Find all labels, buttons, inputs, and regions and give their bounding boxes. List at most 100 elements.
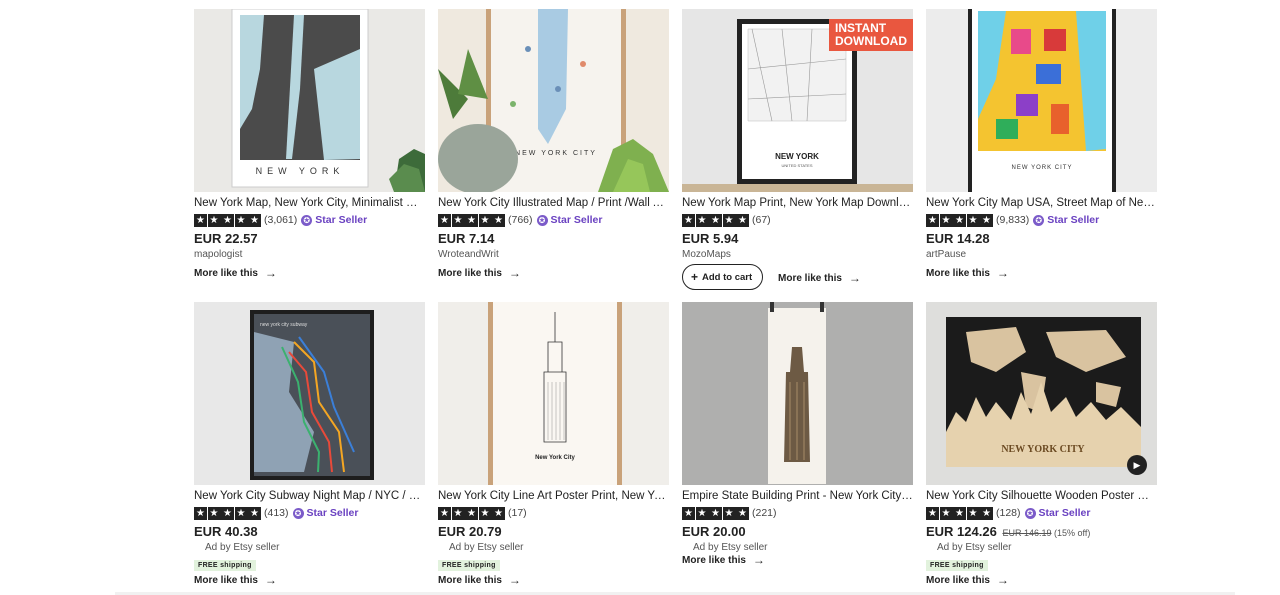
play-video-icon[interactable]: ▶: [1127, 455, 1147, 475]
review-count: (221): [752, 507, 777, 519]
more-like-this-link[interactable]: More like this →: [682, 553, 765, 567]
arrow-right-icon: →: [264, 266, 277, 280]
star-icon: ★: [451, 506, 465, 520]
listing-title[interactable]: Empire State Building Print - New York C…: [682, 489, 913, 503]
listing-price: EUR 22.57: [194, 231, 258, 246]
listing-grid: NEW YORK New York Map, New York City, Mi…: [194, 9, 1157, 592]
star-seller-badge: ✪ Star Seller: [1024, 507, 1090, 519]
listing-image[interactable]: New York City: [438, 302, 669, 485]
listing-title[interactable]: New York Map Print, New York Map Downloa…: [682, 196, 913, 210]
star-rating: ★ ★ ★ ★ ★: [926, 213, 993, 227]
instant-download-badge: INSTANT DOWNLOAD: [829, 19, 913, 51]
star-icon: ★: [953, 213, 966, 227]
listing-image[interactable]: NEW YORK: [194, 9, 425, 192]
listing-image[interactable]: NEW YORK CITY: [926, 9, 1157, 192]
star-icon: ★: [709, 506, 722, 520]
listing-image[interactable]: NEW YORK UNITED STATES INSTANT DOWNLOAD: [682, 9, 913, 192]
listing-card[interactable]: new york city subway New York City Subwa…: [194, 302, 425, 592]
listing-title[interactable]: New York City Illustrated Map / Print /W…: [438, 196, 669, 210]
rating-row: ★ ★ ★ ★ ★ (128) ✪ Star Seller: [926, 505, 1157, 521]
star-icon: ★: [492, 213, 505, 227]
listing-image[interactable]: NEW YORK CITY: [438, 9, 669, 192]
shop-name: artPause: [926, 249, 967, 260]
listing-card[interactable]: NEW YORK UNITED STATES INSTANT DOWNLOAD N…: [682, 9, 913, 302]
star-icon: ★: [939, 213, 953, 227]
listing-card[interactable]: New York City New York City Line Art Pos…: [438, 302, 669, 592]
ad-by-etsy-seller: Ad by Etsy seller: [449, 542, 524, 553]
listing-price: EUR 20.79: [438, 524, 502, 539]
review-count: (9,833): [996, 214, 1030, 226]
thumb-caption: NEW YORK CITY: [1001, 444, 1085, 455]
star-icon: ★: [926, 213, 939, 227]
more-like-this-link[interactable]: More like this →: [926, 573, 1009, 587]
star-icon: ★: [451, 213, 465, 227]
star-rating: ★ ★ ★ ★ ★: [438, 213, 505, 227]
listing-title[interactable]: New York City Line Art Poster Print, New…: [438, 489, 669, 503]
more-like-this-link[interactable]: More like this →: [194, 266, 277, 280]
listing-title[interactable]: New York City Subway Night Map / NYC / M…: [194, 489, 425, 503]
star-icon: ★: [939, 506, 953, 520]
listing-card[interactable]: NEW YORK CITY ▶ New York City Silhouette…: [926, 302, 1157, 592]
review-count: (67): [752, 214, 771, 226]
star-icon: ★: [695, 213, 709, 227]
listing-card[interactable]: NEW YORK CITY New York City Illustrated …: [438, 9, 669, 302]
rating-row: ★ ★ ★ ★ ★ (67): [682, 212, 913, 228]
add-to-cart-button[interactable]: + Add to cart: [682, 264, 764, 290]
listing-title[interactable]: New York City Silhouette Wooden Poster C…: [926, 489, 1157, 503]
listing-price: EUR 40.38: [194, 524, 258, 539]
shop-name: WroteandWrit: [438, 249, 499, 260]
thumb-caption: NEW YORK: [256, 166, 345, 176]
rating-row: ★ ★ ★ ★ ★ (3,061) ✪ Star Seller: [194, 212, 425, 228]
free-shipping-badge: FREE shipping: [194, 560, 256, 571]
arrow-right-icon: →: [996, 266, 1009, 280]
star-icon: ★: [980, 506, 993, 520]
star-icon: ★: [736, 506, 749, 520]
star-rating: ★ ★ ★ ★ ★: [438, 506, 505, 520]
more-like-this-link[interactable]: More like this →: [438, 266, 521, 280]
review-count: (766): [508, 214, 533, 226]
listing-price: EUR 14.28: [926, 231, 990, 246]
star-icon: ★: [966, 506, 980, 520]
star-icon: ★: [682, 506, 695, 520]
review-count: (17): [508, 507, 527, 519]
more-like-this-link[interactable]: More like this →: [438, 573, 521, 587]
more-like-this-link[interactable]: More like this →: [194, 573, 277, 587]
star-icon: ★: [682, 213, 695, 227]
listing-card[interactable]: Empire State Building Print - New York C…: [682, 302, 913, 592]
thumb-caption: new york city subway: [260, 322, 308, 328]
star-icon: ★: [207, 213, 221, 227]
listing-image[interactable]: NEW YORK CITY ▶: [926, 302, 1157, 485]
star-icon: ★: [695, 506, 709, 520]
rating-row: ★ ★ ★ ★ ★ (766) ✪ Star Seller: [438, 212, 669, 228]
listing-card[interactable]: NEW YORK New York Map, New York City, Mi…: [194, 9, 425, 302]
arrow-right-icon: →: [508, 573, 521, 587]
listing-image[interactable]: [682, 302, 913, 485]
shop-name: mapologist: [194, 249, 243, 260]
rating-row: ★ ★ ★ ★ ★ (9,833) ✪ Star Seller: [926, 212, 1157, 228]
star-icon: ★: [478, 213, 492, 227]
star-icon: ★: [465, 213, 478, 227]
star-seller-badge: ✪ Star Seller: [292, 507, 358, 519]
listing-price: EUR 5.94: [682, 231, 739, 246]
discount-label: (15% off): [1054, 528, 1091, 538]
listing-title[interactable]: New York Map, New York City, Minimalist …: [194, 196, 425, 210]
star-seller-badge: ✪ Star Seller: [1033, 214, 1099, 226]
listing-title[interactable]: New York City Map USA, Street Map of New…: [926, 196, 1157, 210]
star-icon: ★: [248, 506, 261, 520]
arrow-right-icon: →: [508, 266, 521, 280]
star-icon: ★: [234, 213, 248, 227]
star-rating: ★ ★ ★ ★ ★: [194, 213, 261, 227]
listing-image[interactable]: new york city subway: [194, 302, 425, 485]
star-icon: ★: [926, 506, 939, 520]
more-like-this-link[interactable]: More like this →: [778, 271, 861, 285]
listing-price: EUR 124.26 EUR 146.19 (15% off): [926, 524, 1091, 539]
star-seller-icon: ✪: [1024, 507, 1036, 519]
thumb-caption: NEW YORK: [775, 152, 819, 161]
star-rating: ★ ★ ★ ★ ★: [682, 213, 749, 227]
thumb-caption: New York City: [535, 455, 575, 461]
listing-card[interactable]: NEW YORK CITY New York City Map USA, Str…: [926, 9, 1157, 302]
rating-row: ★ ★ ★ ★ ★ (17): [438, 505, 669, 521]
review-count: (3,061): [264, 214, 298, 226]
more-like-this-link[interactable]: More like this →: [926, 266, 1009, 280]
thumb-sub: UNITED STATES: [782, 163, 813, 168]
